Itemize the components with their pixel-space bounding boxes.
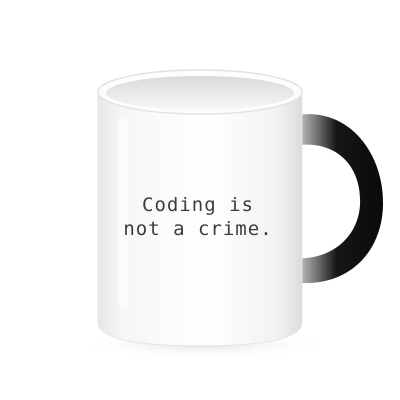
product-photo: Coding is not a crime. [0, 0, 400, 400]
mug-print-line-2: not a crime. [123, 218, 273, 240]
mug-opening [106, 76, 294, 110]
mug-print: Coding is not a crime. [108, 193, 288, 241]
mug-print-line-1: Coding is [142, 194, 254, 216]
mug-handle [290, 114, 384, 284]
